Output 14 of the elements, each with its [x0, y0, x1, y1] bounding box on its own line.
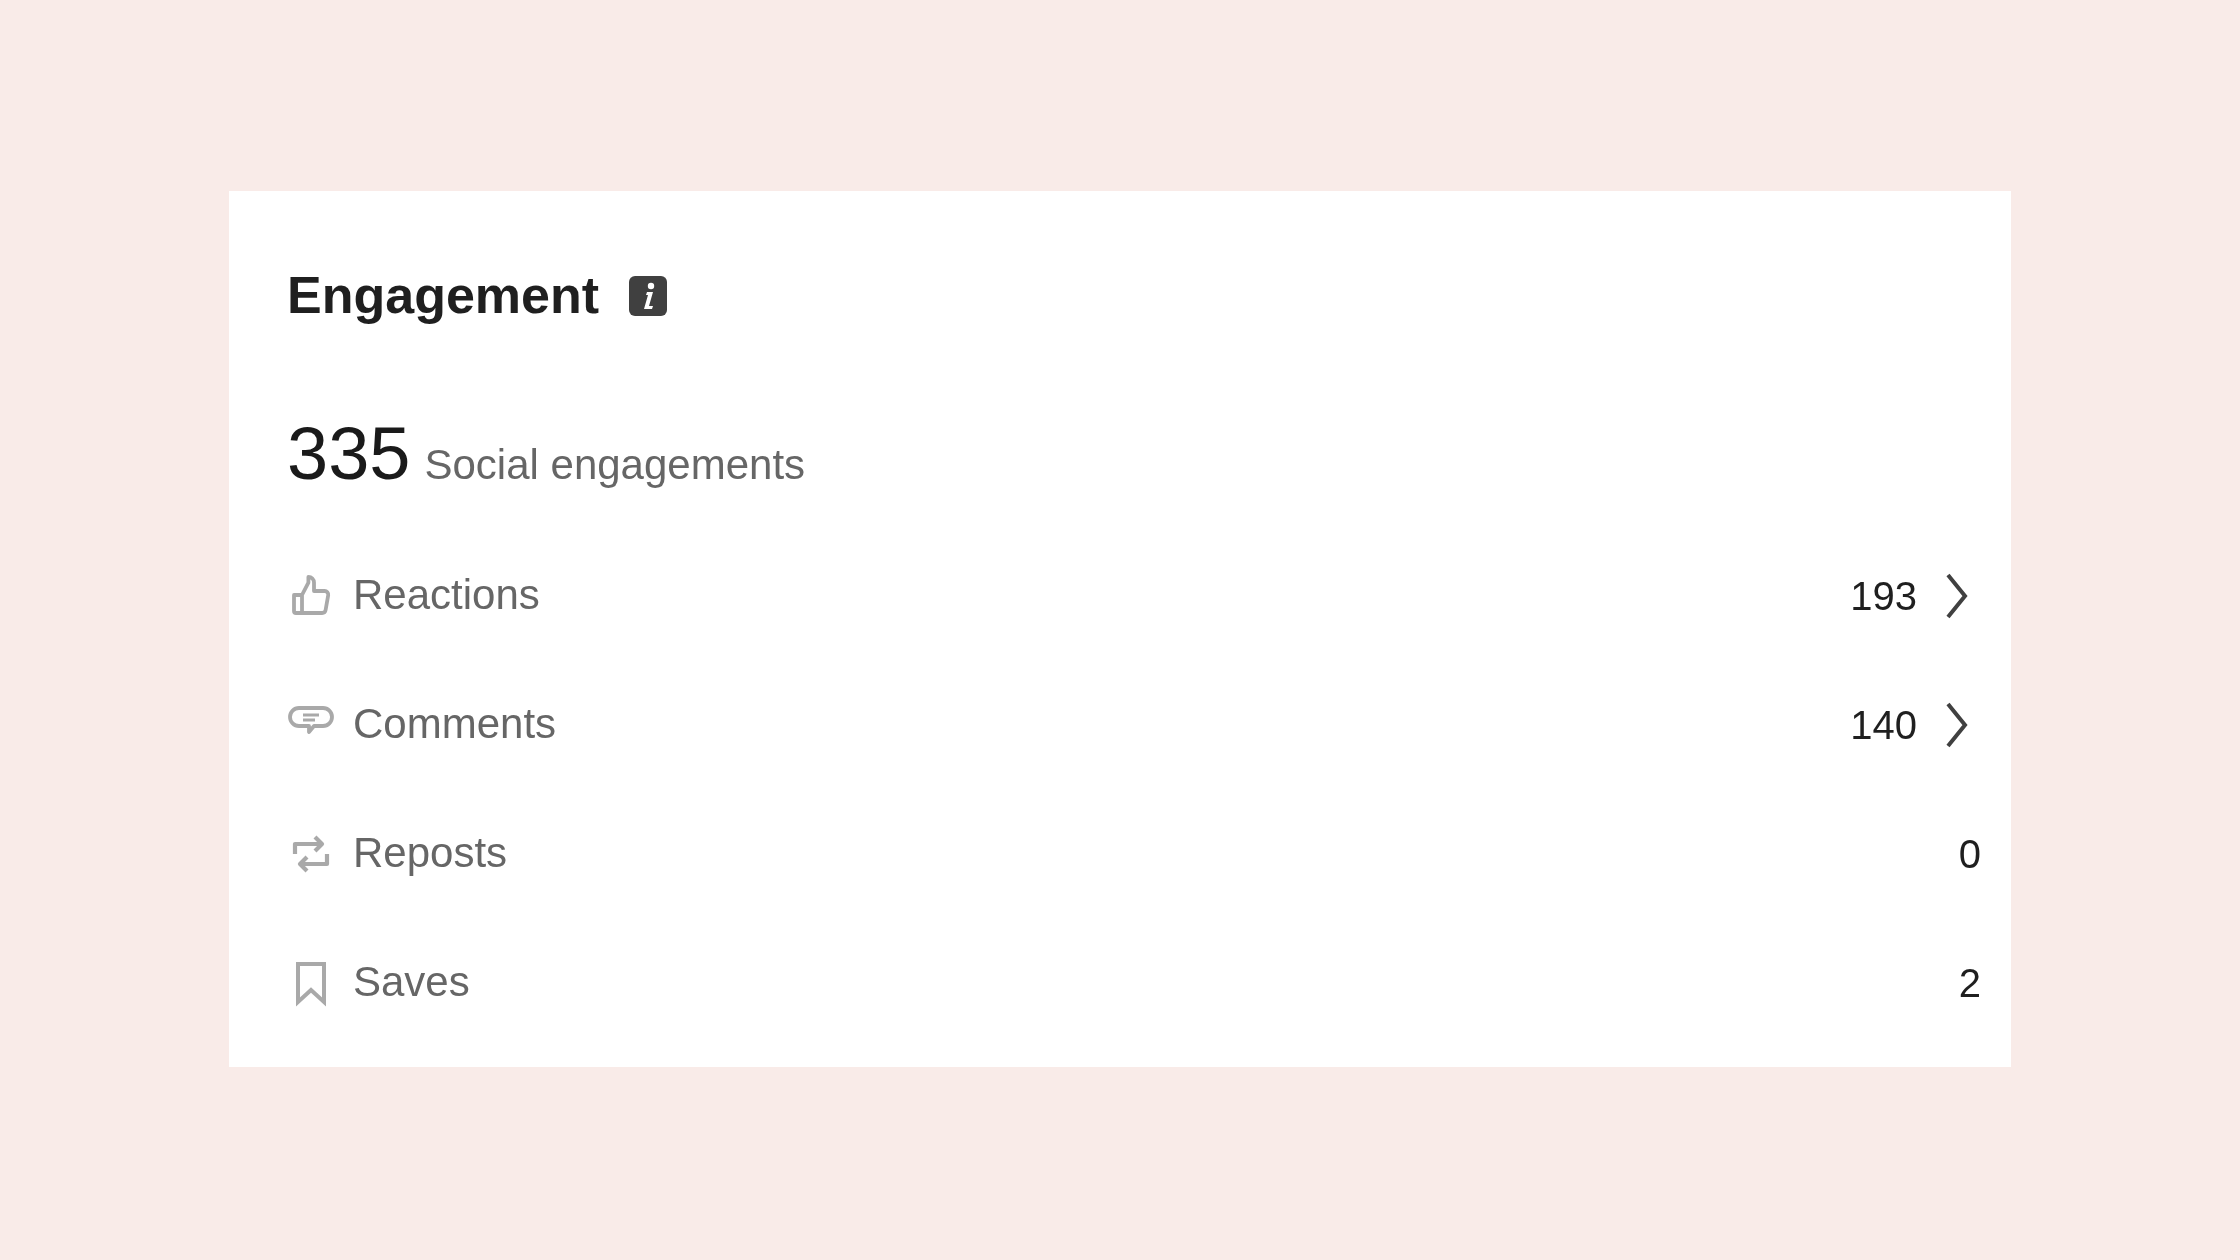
metric-label: Reactions	[353, 570, 540, 621]
total-label: Social engagements	[424, 440, 806, 491]
metric-value: 193	[1850, 572, 1917, 620]
info-icon[interactable]	[629, 275, 668, 316]
card-title: Engagement	[287, 265, 600, 327]
metric-label: Reposts	[353, 828, 508, 879]
metric-value: 140	[1850, 701, 1917, 749]
metric-label: Comments	[353, 699, 557, 750]
metric-label: Saves	[353, 957, 470, 1008]
total-count: 335	[287, 411, 411, 498]
chevron-right-icon[interactable]	[1945, 701, 1969, 748]
metric-value: 0	[1958, 830, 1981, 878]
metric-value: 2	[1958, 959, 1981, 1007]
chevron-right-icon[interactable]	[1945, 572, 1969, 619]
